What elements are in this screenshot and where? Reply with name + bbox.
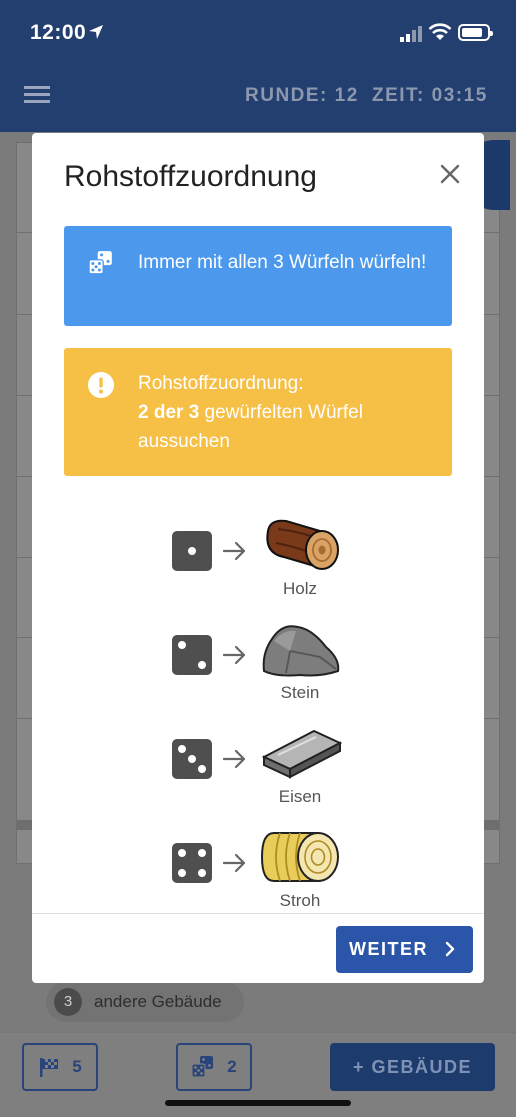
arrow-right-icon — [222, 645, 246, 665]
straw-bale-icon — [260, 832, 339, 882]
status-bar: 12:00 — [0, 0, 516, 60]
info-alert: Immer mit allen 3 Würfeln würfeln! — [64, 226, 452, 326]
dice-count: 2 — [227, 1057, 237, 1076]
die-face-one-icon — [172, 531, 212, 571]
add-building-button[interactable]: + GEBÄUDE — [330, 1043, 495, 1091]
resource-label: Stein — [280, 683, 320, 702]
resource-assignment-dialog: Rohstoffzuordnung Immer mit allen 3 Würf… — [32, 133, 484, 983]
flag-icon — [40, 1058, 59, 1077]
close-icon[interactable] — [438, 162, 462, 186]
arrow-right-icon — [222, 853, 246, 873]
wifi-icon — [428, 23, 452, 40]
info-text: Immer mit allen 3 Würfeln würfeln! — [138, 252, 427, 273]
home-indicator — [165, 1100, 351, 1106]
log-icon — [266, 519, 339, 570]
exclamation-circle-icon — [88, 372, 114, 398]
warning-text: Rohstoffzuordnung: 2 der 3 gewürfelten W… — [138, 369, 438, 456]
flags-count: 5 — [72, 1057, 82, 1076]
resource-row-eisen: Eisen — [32, 721, 484, 811]
arrow-right-icon — [222, 541, 246, 561]
warning-alert: Rohstoffzuordnung: 2 der 3 gewürfelten W… — [64, 348, 452, 476]
resource-row-stein: Stein — [32, 617, 484, 707]
flags-button[interactable]: 5 — [22, 1043, 98, 1091]
dice-icon — [88, 251, 112, 275]
warning-line-1: Rohstoffzuordnung: — [138, 373, 304, 394]
die-face-four-icon — [172, 843, 212, 883]
iron-ingot-icon — [261, 729, 342, 779]
location-arrow-icon — [89, 25, 103, 39]
arrow-right-icon — [222, 749, 246, 769]
battery-icon — [458, 24, 493, 41]
resource-label: Holz — [282, 579, 317, 598]
dialog-title: Rohstoffzuordnung — [64, 160, 317, 193]
status-time: 12:00 — [30, 21, 87, 44]
hamburger-menu-icon[interactable] — [24, 86, 50, 104]
chevron-right-icon — [445, 941, 455, 957]
warning-emphasis: 2 der 3 — [138, 402, 200, 423]
die-face-two-icon — [172, 635, 212, 675]
next-button-label: WEITER — [349, 939, 428, 959]
resource-row-holz: Holz — [32, 513, 484, 603]
die-face-three-icon — [172, 739, 212, 779]
round-counter: RUNDE: 12 — [245, 85, 359, 106]
resource-label: Stroh — [279, 891, 321, 910]
signal-icon — [400, 26, 422, 42]
resource-row-stroh: Stroh — [32, 825, 484, 915]
chip-label: andere Gebäude — [94, 992, 222, 1011]
app-bar: RUNDE: 12 ZEIT: 03:15 — [0, 60, 516, 132]
next-button[interactable]: WEITER — [336, 926, 473, 973]
resource-label: Eisen — [278, 787, 322, 806]
timer: ZEIT: 03:15 — [372, 85, 488, 106]
dice-button[interactable]: 2 — [176, 1043, 252, 1091]
dice-icon — [191, 1056, 214, 1078]
other-buildings-chip: 3 andere Gebäude — [46, 982, 244, 1022]
stone-icon — [262, 625, 340, 677]
chip-count: 3 — [54, 988, 82, 1016]
dialog-footer-divider — [32, 913, 484, 914]
